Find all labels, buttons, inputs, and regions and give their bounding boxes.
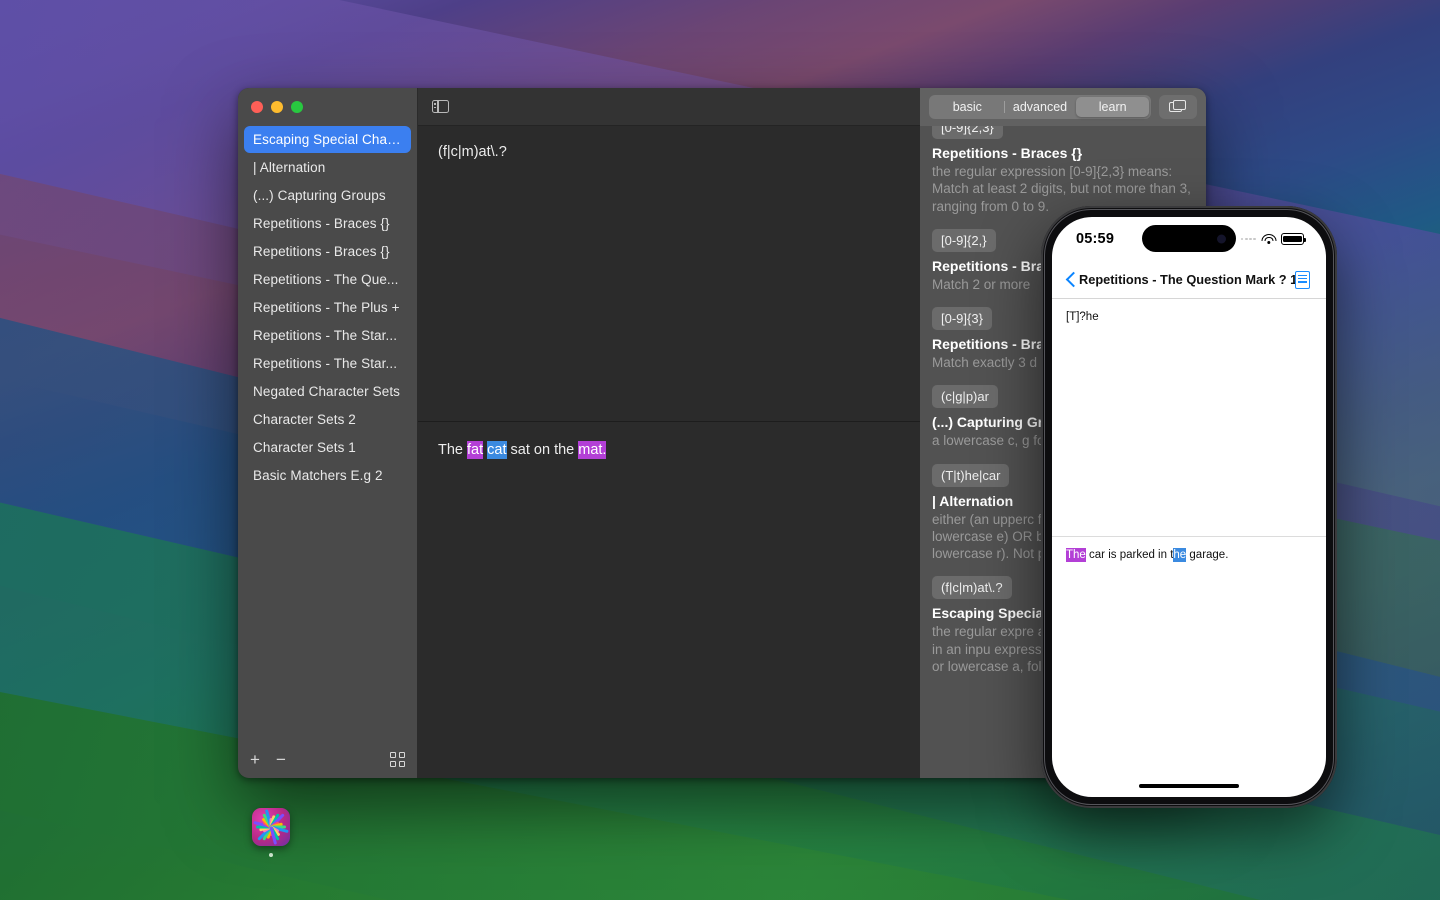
sidebar-item-repetitions-question-mark[interactable]: Repetitions - The Que...	[244, 266, 411, 293]
dynamic-island	[1142, 225, 1236, 252]
reference-pattern-chip: [0-9]{3}	[932, 307, 992, 331]
test-string-seg: sat on the	[506, 442, 579, 458]
ios-status-bar: 05:59	[1052, 217, 1326, 261]
tab-basic[interactable]: basic	[931, 97, 1004, 117]
match-highlight-fat: fat	[467, 441, 484, 459]
ios-match-highlight-he: he	[1173, 548, 1187, 562]
document-list: Escaping Special Char... | Alternation (…	[238, 122, 417, 740]
editor-column: (f|c|m)at\.? The fat cat sat on the mat.	[418, 88, 920, 778]
remove-document-button[interactable]: −	[276, 751, 286, 768]
ios-navigation-bar: Repetitions - The Question Mark ? 1	[1052, 261, 1326, 299]
home-indicator	[1139, 783, 1239, 788]
window-controls	[238, 88, 417, 122]
document-icon[interactable]	[1295, 270, 1310, 289]
sidebar-item-repetitions-plus[interactable]: Repetitions - The Plus +	[244, 294, 411, 321]
running-dot	[269, 853, 273, 857]
sidebar-item-negated-character-sets[interactable]: Negated Character Sets	[244, 378, 411, 405]
sidebar-toggle-icon[interactable]	[432, 99, 449, 114]
zoom-button[interactable]	[291, 101, 303, 113]
iphone-mockup: 05:59 Repetitions - The Question Mark ? …	[1041, 206, 1337, 808]
sidebar-item-escaping-special-characters[interactable]: Escaping Special Char...	[244, 126, 411, 153]
tab-learn[interactable]: learn	[1076, 97, 1150, 117]
reference-entry[interactable]: [0-9]{2,3} Repetitions - Braces {} the r…	[932, 126, 1194, 215]
sidebar-item-repetitions-braces-a[interactable]: Repetitions - Braces {}	[244, 210, 411, 237]
sidebar-item-alternation[interactable]: | Alternation	[244, 154, 411, 181]
sidebar-item-repetitions-braces-b[interactable]: Repetitions - Braces {}	[244, 238, 411, 265]
sidebar-item-capturing-groups[interactable]: (...) Capturing Groups	[244, 182, 411, 209]
windows-stack-icon[interactable]	[1159, 95, 1197, 119]
ios-regex-pattern-input[interactable]: [T]?he	[1052, 299, 1326, 537]
ios-match-highlight-the: The	[1066, 548, 1086, 562]
reference-pattern-chip: (T|t)he|car	[932, 463, 1010, 487]
dock-app-entry	[252, 808, 290, 857]
reference-pattern-chip: [0-9]{2,}	[932, 228, 996, 252]
test-string-input[interactable]: The fat cat sat on the mat.	[418, 422, 920, 778]
ios-test-string-seg: car is parked in t	[1085, 549, 1174, 561]
sidebar-item-basic-matchers[interactable]: Basic Matchers E.g 2	[244, 462, 411, 489]
tab-advanced[interactable]: advanced	[1003, 97, 1077, 117]
editor-toolbar	[418, 88, 920, 126]
sidebar: Escaping Special Char... | Alternation (…	[238, 88, 418, 778]
sidebar-item-repetitions-star-a[interactable]: Repetitions - The Star...	[244, 322, 411, 349]
reference-toolbar: basic advanced learn	[920, 88, 1206, 126]
add-document-button[interactable]: +	[250, 751, 260, 768]
sidebar-footer: + −	[238, 740, 417, 778]
iphone-screen: 05:59 Repetitions - The Question Mark ? …	[1052, 217, 1326, 797]
regex-app-icon[interactable]	[252, 808, 290, 846]
regex-pattern-input[interactable]: (f|c|m)at\.?	[418, 126, 920, 422]
wifi-icon	[1261, 233, 1276, 245]
minimize-button[interactable]	[271, 101, 283, 113]
close-button[interactable]	[251, 101, 263, 113]
reference-pattern-chip: [0-9]{2,3}	[932, 126, 1003, 139]
sidebar-item-character-sets-2[interactable]: Character Sets 2	[244, 406, 411, 433]
ios-page-title: Repetitions - The Question Mark ? 1	[1079, 272, 1295, 287]
ios-test-string-seg: garage.	[1186, 549, 1229, 561]
test-string-seg: The	[438, 442, 468, 458]
battery-icon	[1281, 233, 1307, 245]
mode-segmented-control[interactable]: basic advanced learn	[929, 95, 1151, 119]
grid-view-icon[interactable]	[390, 751, 405, 767]
reference-entry-title: Repetitions - Braces {}	[932, 145, 1083, 161]
reference-pattern-chip: (c|g|p)ar	[932, 385, 998, 409]
sidebar-item-character-sets-1[interactable]: Character Sets 1	[244, 434, 411, 461]
status-bar-indicators	[1240, 233, 1307, 245]
match-highlight-cat: cat	[487, 441, 507, 459]
cellular-signal-icon	[1240, 237, 1256, 241]
status-bar-time: 05:59	[1076, 231, 1115, 247]
regex-pattern-text: (f|c|m)at\.?	[438, 144, 507, 160]
match-highlight-mat: mat.	[578, 441, 607, 459]
reference-pattern-chip: (f|c|m)at\.?	[932, 576, 1012, 600]
ios-test-string-input[interactable]: The car is parked in the garage.	[1052, 537, 1326, 797]
sidebar-item-repetitions-star-b[interactable]: Repetitions - The Star...	[244, 350, 411, 377]
ios-regex-pattern-text: [T]?he	[1066, 311, 1099, 323]
